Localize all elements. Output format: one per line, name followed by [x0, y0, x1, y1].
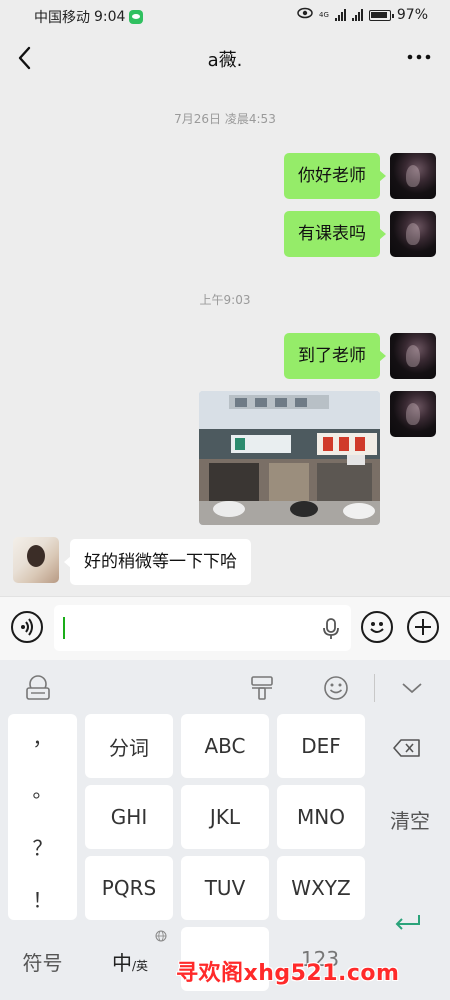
plus-icon — [415, 619, 431, 635]
eye-icon — [297, 7, 313, 23]
key-pqrs[interactable]: PQRS — [85, 856, 173, 920]
key-ghi[interactable]: GHI — [85, 785, 173, 849]
battery-percent: 97% — [396, 7, 428, 23]
emoji-panel-icon[interactable] — [322, 674, 350, 702]
avatar[interactable] — [390, 153, 436, 199]
more-functions-button[interactable] — [407, 611, 439, 643]
timestamp: 7月26日 凌晨4:53 — [174, 112, 276, 126]
message-list[interactable]: 7月26日 凌晨4:53 你好老师 有课表吗 上午9:03 到了老师 好的稍微等… — [0, 84, 450, 596]
signal-icon-2 — [351, 9, 363, 21]
punct-comma[interactable]: ， — [8, 722, 77, 751]
clock-time: 9:04 — [94, 9, 126, 25]
lang-switch-key[interactable]: 中/英 — [95, 947, 165, 976]
message-input[interactable] — [54, 605, 351, 651]
emoji-button[interactable] — [361, 611, 393, 643]
wechat-notification-icon — [129, 10, 144, 24]
smiley-icon — [370, 622, 384, 633]
key-abc[interactable]: ABC — [181, 714, 269, 778]
outgoing-message[interactable]: 你好老师 — [284, 153, 386, 199]
voice-input-button[interactable] — [11, 611, 43, 643]
voice-wave-icon — [21, 618, 33, 636]
avatar[interactable] — [390, 391, 436, 437]
key-mno[interactable]: MNO — [277, 785, 365, 849]
input-bar — [0, 596, 450, 660]
key-fenci[interactable]: 分词 — [85, 714, 173, 778]
chat-header: a薇. — [0, 32, 450, 84]
key-jkl[interactable]: JKL — [181, 785, 269, 849]
lang-sub-label: /英 — [131, 959, 149, 973]
avatar[interactable] — [390, 211, 436, 257]
ime-keyboard: ， 。 ？ ！ 分词 ABC DEF GHI JKL MNO PQRS TUV … — [0, 660, 450, 1000]
battery-icon — [368, 9, 394, 21]
keyboard-settings-icon[interactable] — [24, 674, 52, 702]
watermark-text: 寻欢阁xhg521.com — [176, 961, 400, 986]
symbol-key[interactable]: 符号 — [8, 947, 77, 976]
punct-period[interactable]: 。 — [8, 774, 77, 803]
clear-key[interactable]: 清空 — [380, 805, 440, 834]
toolbar-divider — [374, 674, 375, 702]
punctuation-column: ， 。 ？ ！ — [8, 714, 77, 920]
chat-title: a薇. — [207, 50, 243, 71]
photo-message[interactable] — [199, 391, 380, 525]
punct-question[interactable]: ？ — [8, 832, 77, 861]
backspace-icon[interactable] — [392, 738, 422, 758]
skin-brush-icon[interactable] — [248, 674, 276, 702]
key-wxyz[interactable]: WXYZ — [277, 856, 365, 920]
avatar[interactable] — [390, 333, 436, 379]
keyboard-toolbar — [0, 660, 450, 714]
status-bar: 中国移动 9:04 4G 97% — [0, 0, 450, 32]
network-type: 4G — [318, 10, 329, 19]
incoming-message[interactable]: 好的稍微等一下下哈 — [64, 539, 251, 585]
avatar[interactable] — [13, 537, 59, 583]
more-options-icon[interactable] — [406, 50, 432, 64]
timestamp: 上午9:03 — [199, 293, 251, 307]
carrier-name: 中国移动 — [34, 10, 90, 26]
text-caret — [63, 617, 65, 639]
key-tuv[interactable]: TUV — [181, 856, 269, 920]
enter-icon[interactable] — [393, 912, 423, 932]
globe-icon — [155, 930, 167, 942]
punct-exclamation[interactable]: ！ — [8, 884, 77, 913]
microphone-icon[interactable] — [323, 618, 339, 640]
key-def[interactable]: DEF — [277, 714, 365, 778]
signal-icon — [334, 9, 346, 21]
lang-main-label: 中 — [111, 951, 132, 975]
hide-keyboard-chevron-icon[interactable] — [398, 674, 426, 702]
outgoing-message[interactable]: 有课表吗 — [284, 211, 386, 257]
outgoing-message[interactable]: 到了老师 — [284, 333, 386, 379]
